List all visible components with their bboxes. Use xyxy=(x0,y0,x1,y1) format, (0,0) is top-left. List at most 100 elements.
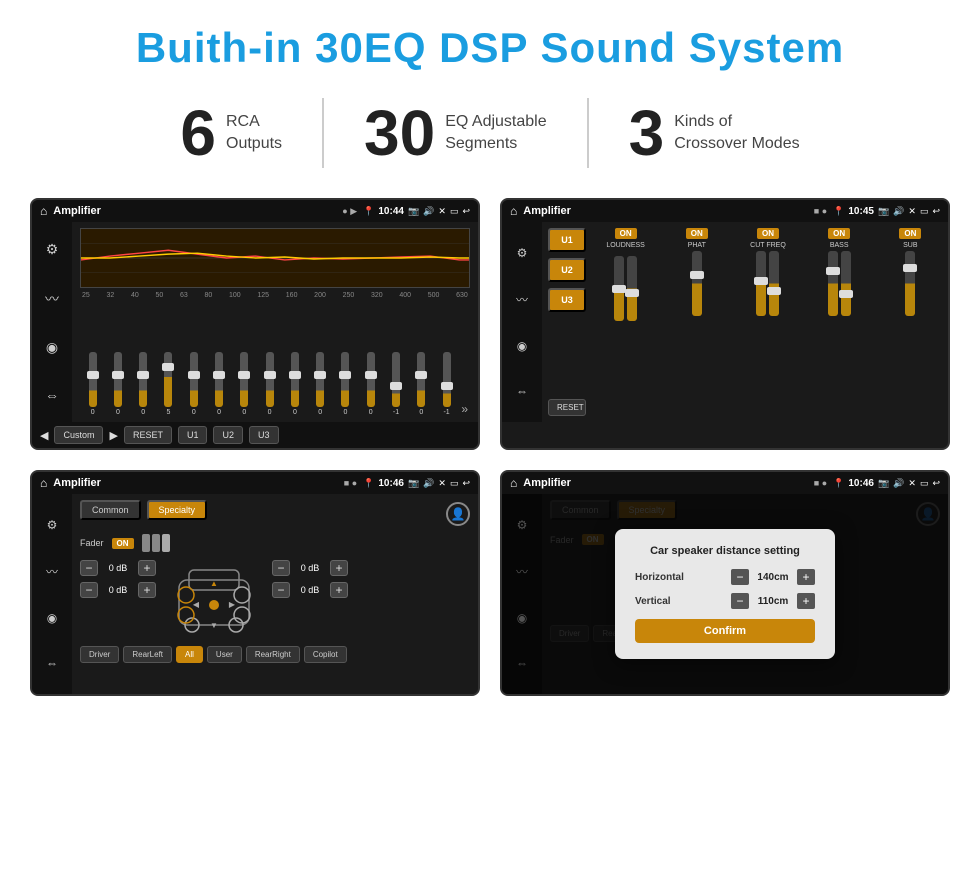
vol-minus-1[interactable]: − xyxy=(80,560,98,576)
home-icon[interactable]: ⌂ xyxy=(40,204,47,218)
loudness-thumb1[interactable] xyxy=(612,285,626,293)
u2-btn-eq[interactable]: U2 xyxy=(213,426,243,444)
eq-thumb-7[interactable] xyxy=(264,371,276,379)
play-icon[interactable]: ▶ xyxy=(109,429,117,442)
vol-plus-2[interactable]: + xyxy=(138,582,156,598)
stat-crossover-label1: Kinds of xyxy=(674,111,799,133)
settings-sidebar-icon-3[interactable]: ◉ xyxy=(47,611,57,625)
common-tab[interactable]: Common xyxy=(80,500,141,520)
loudness-track2[interactable] xyxy=(627,256,637,321)
bass-track1[interactable] xyxy=(828,251,838,316)
bass-thumb2[interactable] xyxy=(839,290,853,298)
eq-sidebar-icon-3[interactable]: ◉ xyxy=(46,339,58,356)
vol-minus-4[interactable]: − xyxy=(272,582,290,598)
sub-track[interactable] xyxy=(905,251,915,316)
specialty-tab[interactable]: Specialty xyxy=(147,500,208,520)
settings-home-icon[interactable]: ⌂ xyxy=(40,476,47,490)
cross-home-icon[interactable]: ⌂ xyxy=(510,204,517,218)
eq-thumb-11[interactable] xyxy=(365,371,377,379)
dialog-home-icon[interactable]: ⌂ xyxy=(510,476,517,490)
eq-thumb-8[interactable] xyxy=(289,371,301,379)
eq-track-12[interactable] xyxy=(392,352,400,407)
cutfreq-track2[interactable] xyxy=(769,251,779,316)
rearright-btn[interactable]: RearRight xyxy=(246,646,300,663)
eq-track-6[interactable] xyxy=(240,352,248,407)
bass-thumb1[interactable] xyxy=(826,267,840,275)
eq-thumb-10[interactable] xyxy=(339,371,351,379)
vol-plus-3[interactable]: + xyxy=(330,560,348,576)
cross-sidebar-icon-2[interactable]: 〰 xyxy=(516,291,528,308)
eq-track-14[interactable] xyxy=(443,352,451,407)
copilot-btn[interactable]: Copilot xyxy=(304,646,347,663)
cutfreq-track1[interactable] xyxy=(756,251,766,316)
eq-thumb-4[interactable] xyxy=(188,371,200,379)
vertical-plus[interactable]: + xyxy=(797,593,815,609)
eq-thumb-1[interactable] xyxy=(112,371,124,379)
eq-sidebar-icon-1[interactable]: ⚙ xyxy=(46,241,59,258)
eq-thumb-9[interactable] xyxy=(314,371,326,379)
phat-track[interactable] xyxy=(692,251,702,316)
vertical-minus[interactable]: − xyxy=(731,593,749,609)
eq-track-3[interactable] xyxy=(164,352,172,407)
eq-track-1[interactable] xyxy=(114,352,122,407)
eq-track-0[interactable] xyxy=(89,352,97,407)
eq-thumb-5[interactable] xyxy=(213,371,225,379)
sub-thumb[interactable] xyxy=(903,264,917,272)
settings-sidebar-icon-4[interactable]: ⇔ xyxy=(46,656,58,670)
loudness-thumb2[interactable] xyxy=(625,289,639,297)
settings-sidebar-icon-2[interactable]: 〰 xyxy=(46,563,58,580)
cross-sidebar-icon-3[interactable]: ◉ xyxy=(517,339,527,353)
cross-u3-btn[interactable]: U3 xyxy=(548,288,586,312)
eq-track-7[interactable] xyxy=(266,352,274,407)
right-arrows-icon[interactable]: » xyxy=(461,402,468,416)
horizontal-minus[interactable]: − xyxy=(731,569,749,585)
fader-slider-2[interactable] xyxy=(152,534,160,552)
vol-plus-1[interactable]: + xyxy=(138,560,156,576)
u3-btn-eq[interactable]: U3 xyxy=(249,426,279,444)
eq-thumb-12[interactable] xyxy=(390,382,402,390)
horizontal-plus[interactable]: + xyxy=(797,569,815,585)
all-btn[interactable]: All xyxy=(176,646,203,663)
eq-thumb-2[interactable] xyxy=(137,371,149,379)
eq-track-10[interactable] xyxy=(341,352,349,407)
eq-sidebar-icon-4[interactable]: ⇔ xyxy=(45,387,59,403)
cross-sidebar-icon-4[interactable]: ⇔ xyxy=(516,384,528,398)
confirm-button[interactable]: Confirm xyxy=(635,619,815,643)
eq-thumb-13[interactable] xyxy=(415,371,427,379)
user-btn[interactable]: User xyxy=(207,646,242,663)
eq-track-13[interactable] xyxy=(417,352,425,407)
eq-sidebar-icon-2[interactable]: 〰 xyxy=(45,289,59,309)
cross-u1-btn[interactable]: U1 xyxy=(548,228,586,252)
fader-slider-1[interactable] xyxy=(142,534,150,552)
eq-track-5[interactable] xyxy=(215,352,223,407)
eq-track-8[interactable] xyxy=(291,352,299,407)
cross-sidebar-icon-1[interactable]: ⚙ xyxy=(517,246,528,260)
phat-thumb[interactable] xyxy=(690,271,704,279)
cutfreq-thumb2[interactable] xyxy=(767,287,781,295)
eq-thumb-3[interactable] xyxy=(162,363,174,371)
eq-track-4[interactable] xyxy=(190,352,198,407)
user-icon-btn[interactable]: 👤 xyxy=(446,502,470,526)
fader-slider-3[interactable] xyxy=(162,534,170,552)
driver-btn[interactable]: Driver xyxy=(80,646,119,663)
vol-minus-3[interactable]: − xyxy=(272,560,290,576)
bass-track2[interactable] xyxy=(841,251,851,316)
cross-reset-btn[interactable]: RESET xyxy=(548,399,586,416)
rearleft-btn[interactable]: RearLeft xyxy=(123,646,172,663)
cross-u2-btn[interactable]: U2 xyxy=(548,258,586,282)
u1-btn-eq[interactable]: U1 xyxy=(178,426,208,444)
eq-track-2[interactable] xyxy=(139,352,147,407)
eq-thumb-0[interactable] xyxy=(87,371,99,379)
vol-plus-4[interactable]: + xyxy=(330,582,348,598)
loudness-track1[interactable] xyxy=(614,256,624,321)
vol-minus-2[interactable]: − xyxy=(80,582,98,598)
settings-sidebar-icon-1[interactable]: ⚙ xyxy=(47,518,58,532)
eq-track-9[interactable] xyxy=(316,352,324,407)
eq-track-11[interactable] xyxy=(367,352,375,407)
cutfreq-thumb1[interactable] xyxy=(754,277,768,285)
custom-btn[interactable]: Custom xyxy=(54,426,103,444)
eq-thumb-6[interactable] xyxy=(238,371,250,379)
prev-icon[interactable]: ◀ xyxy=(40,429,48,442)
eq-thumb-14[interactable] xyxy=(441,382,453,390)
reset-btn-eq[interactable]: RESET xyxy=(124,426,172,444)
